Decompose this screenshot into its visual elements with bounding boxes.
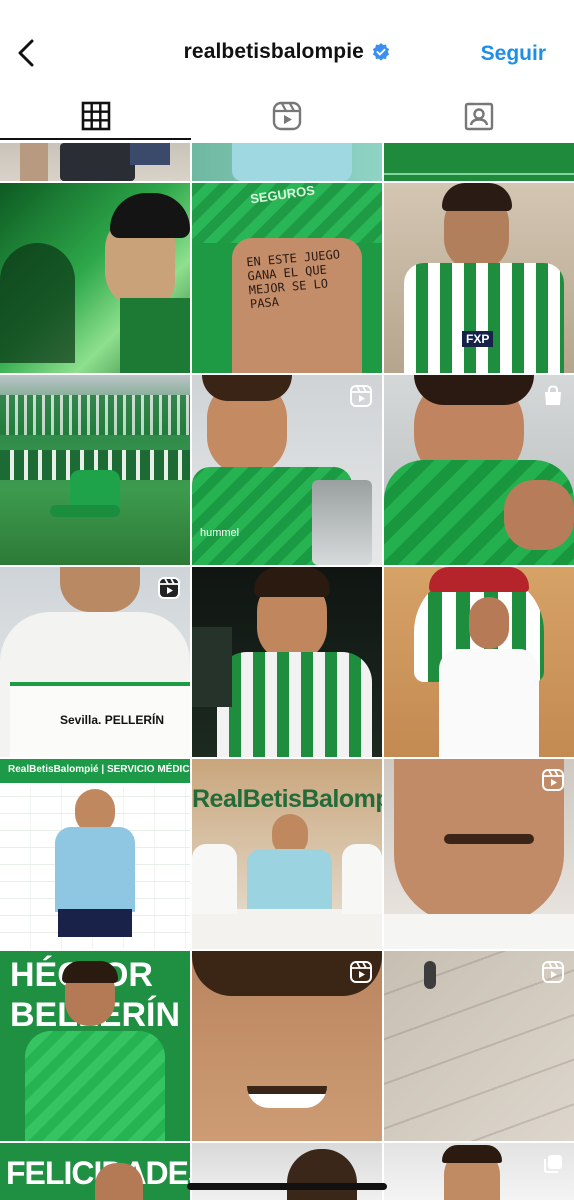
post-tile[interactable] — [384, 951, 574, 1141]
post-tile[interactable]: hummel — [192, 375, 382, 565]
reels-icon — [542, 769, 564, 791]
post-tile[interactable] — [192, 567, 382, 757]
post-caption: RealBetisBalompié | SERVICIO MÉDICO OFIC… — [8, 764, 190, 775]
post-caption: RealBetisBalompi — [192, 785, 382, 813]
post-tile[interactable] — [384, 759, 574, 949]
post-tile[interactable]: FXP — [384, 183, 574, 373]
profile-header: realbetisbalompie Seguir — [0, 0, 574, 90]
post-tile[interactable] — [192, 951, 382, 1141]
post-tile[interactable]: HÉCTOR BELLERÍN — [0, 951, 190, 1141]
reels-icon — [542, 961, 564, 983]
grid-icon — [81, 101, 110, 131]
post-tile[interactable]: RealBetisBalompié | SERVICIO MÉDICO OFIC… — [0, 759, 190, 949]
tab-posts[interactable] — [0, 92, 191, 140]
post-tile[interactable] — [384, 375, 574, 565]
post-tile[interactable]: FELICIDADES — [0, 1143, 190, 1200]
verified-badge-icon — [373, 43, 390, 61]
tab-reels[interactable] — [191, 92, 382, 140]
home-indicator[interactable] — [187, 1183, 387, 1190]
follow-button[interactable]: Seguir — [481, 42, 546, 66]
post-tile[interactable] — [0, 183, 190, 373]
post-tile[interactable]: Sevilla. PELLERÍN — [0, 567, 190, 757]
carousel-icon — [544, 1155, 562, 1173]
post-tile[interactable] — [192, 143, 382, 181]
post-tile[interactable]: RealBetisBalompi — [192, 759, 382, 949]
post-caption: EN ESTE JUEGO GANA EL QUE MEJOR SE LO PA… — [245, 247, 341, 312]
post-caption: hummel — [200, 527, 240, 539]
post-tile[interactable] — [0, 375, 190, 565]
shopping-bag-icon — [545, 385, 561, 405]
account-name[interactable]: realbetisbalompie — [184, 40, 364, 63]
post-tile[interactable] — [384, 143, 574, 181]
reels-icon — [158, 577, 180, 599]
post-caption: Sevilla. PELLERÍN — [60, 713, 165, 727]
reels-icon — [272, 101, 301, 131]
tagged-icon — [464, 102, 493, 131]
post-tile[interactable] — [384, 567, 574, 757]
post-tile[interactable] — [384, 1143, 574, 1200]
post-tile[interactable]: SEGUROS EN ESTE JUEGO GANA EL QUE MEJOR … — [192, 183, 382, 373]
post-caption: FXP — [462, 331, 494, 347]
post-tile[interactable] — [0, 143, 190, 181]
reels-icon — [350, 385, 372, 407]
tab-tagged[interactable] — [383, 92, 574, 140]
reels-icon — [350, 961, 372, 983]
profile-tabs — [0, 92, 574, 140]
post-tile[interactable] — [192, 1143, 382, 1200]
